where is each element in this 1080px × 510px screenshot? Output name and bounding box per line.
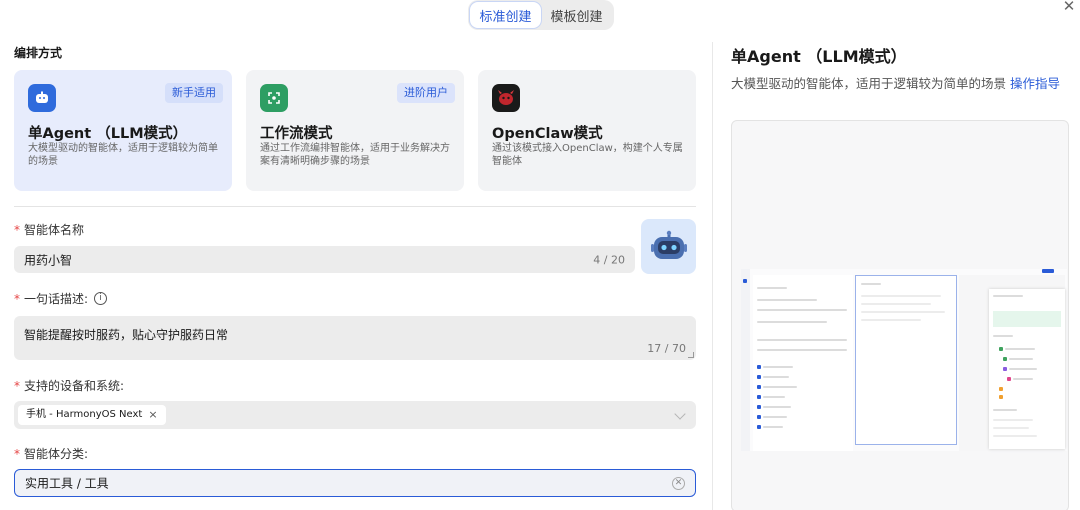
device-tag: 手机 - HarmonyOS Next ×: [18, 405, 166, 425]
name-input[interactable]: 用药小智 4 / 20: [14, 246, 635, 273]
desc-counter: 17 / 70: [647, 342, 686, 355]
mode-title: 工作流模式: [260, 126, 333, 142]
name-value: 用药小智: [24, 253, 73, 267]
info-circle-icon[interactable]: i: [94, 292, 108, 305]
clear-icon[interactable]: ✕: [672, 477, 685, 490]
mode-title: 单Agent （LLM模式）: [28, 126, 188, 142]
preview-title: 单Agent （LLM模式）: [731, 47, 907, 66]
preview-desc: 大模型驱动的智能体，适用于逻辑较为简单的场景 操作指导: [731, 76, 1060, 91]
resize-handle-icon[interactable]: [688, 352, 694, 358]
mode-desc: 通过该模式接入OpenClaw，构建个人专属智能体: [492, 143, 683, 167]
category-label: * 智能体分类:: [14, 447, 89, 461]
mode-desc: 大模型驱动的智能体，适用于逻辑较为简单的场景: [28, 143, 218, 167]
section-title: 编排方式: [14, 46, 63, 60]
mode-desc: 通过工作流编排智能体，适用于业务解决方案有清晰明确步骤的场景: [260, 143, 450, 167]
preview-image: [731, 120, 1069, 510]
tag-close-icon[interactable]: ×: [148, 405, 157, 425]
category-select[interactable]: 实用工具 / 工具 ✕: [14, 469, 696, 497]
name-label: * 智能体名称: [14, 223, 85, 237]
vertical-divider: [712, 42, 713, 510]
device-label: * 支持的设备和系统:: [14, 379, 125, 393]
name-counter: 4 / 20: [593, 253, 625, 266]
desc-value: 智能提醒按时服药，贴心守护服药日常: [24, 328, 229, 342]
mode-title: OpenClaw模式: [492, 126, 603, 142]
preview-panel: 单Agent （LLM模式） 大模型驱动的智能体，适用于逻辑较为简单的场景 操作…: [731, 0, 1071, 510]
category-value: 实用工具 / 工具: [25, 476, 109, 491]
device-select[interactable]: 手机 - HarmonyOS Next ×: [14, 401, 696, 429]
robot-avatar-icon: [650, 230, 687, 259]
divider: [14, 206, 696, 207]
desc-label: * 一句话描述: i: [14, 290, 108, 307]
mode-card-openclaw[interactable]: OpenClaw模式 通过该模式接入OpenClaw，构建个人专属智能体: [478, 70, 696, 191]
preview-screenshot: [741, 269, 1067, 451]
mode-card-workflow[interactable]: 进阶用户 工作流模式 通过工作流编排智能体，适用于业务解决方案有清晰明确步骤的场…: [246, 70, 464, 191]
desc-textarea[interactable]: 智能提醒按时服药，贴心守护服药日常 17 / 70: [14, 316, 696, 360]
badge-advanced: 进阶用户: [397, 83, 455, 103]
workflow-icon: [260, 84, 288, 112]
badge-beginner: 新手适用: [165, 83, 223, 103]
guide-link[interactable]: 操作指导: [1010, 76, 1060, 91]
robot-face-icon: [28, 84, 56, 112]
avatar[interactable]: [641, 219, 696, 274]
claw-icon: [492, 84, 520, 112]
create-form: 编排方式 新手适用 单Agent （LLM模式） 大模型驱动的智能体，适用于逻辑…: [14, 0, 696, 510]
mode-card-single-agent[interactable]: 新手适用 单Agent （LLM模式） 大模型驱动的智能体，适用于逻辑较为简单的…: [14, 70, 232, 191]
required-mark: *: [14, 223, 20, 237]
chevron-down-icon[interactable]: [674, 408, 686, 420]
